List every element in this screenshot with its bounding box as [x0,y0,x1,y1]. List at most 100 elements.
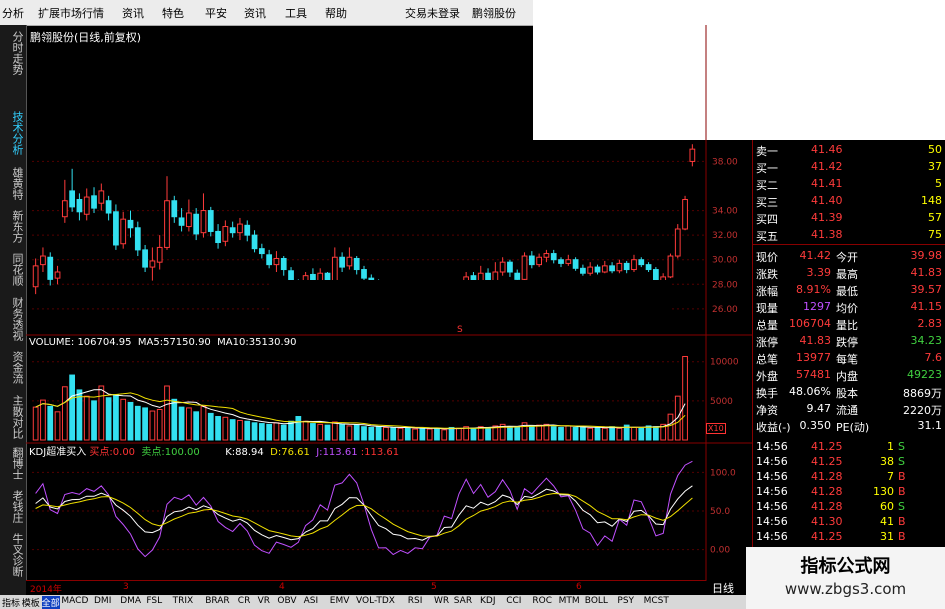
volume-bar [368,426,375,441]
candle-body [178,217,185,226]
stat-row: 换手 48.06% 股本 8869万 [753,383,945,400]
menu-featured[interactable]: 特色 [162,5,184,21]
sell-value: 100.00 [164,447,200,458]
indicator-tab[interactable]: PSY [617,596,634,606]
indicator-tab[interactable]: RSI [408,596,423,606]
k-value: 88.94 [235,447,264,458]
menu-info[interactable]: 资讯 [244,5,266,21]
candle-body [200,210,207,234]
order-book-row[interactable]: 买四 41.39 57 [753,209,945,226]
volume-bar [200,405,207,441]
tick-time: 14:56 [756,500,788,513]
volume-bar [98,385,105,441]
order-book-row[interactable]: 买一 41.42 37 [753,158,945,175]
volume-bar [587,427,594,441]
sidebar-tab-intraday[interactable]: 分时走势 [3,31,24,75]
order-label: 卖一 [756,145,778,158]
tick-qty: 7 [887,470,894,483]
stat-row: 总量 106704 量比 2.83 [753,315,945,332]
indicator-tab[interactable]: VOL-TDX [356,596,395,606]
sidebar-tab-tonghuashun[interactable]: 同花顺 [3,253,24,286]
indicator-tab[interactable]: CR [238,596,251,606]
kdj-k-line [35,485,693,541]
order-qty: 75 [928,228,942,241]
menu-analysis[interactable]: 分析 [2,5,24,21]
tick-qty: 130 [873,485,894,498]
indicator-tab[interactable]: EMV [330,596,350,606]
candle-body [507,261,513,273]
kdj-lines [35,460,693,558]
sidebar-tab-fanboshi[interactable]: 翻博士 [3,447,24,480]
menu-tools[interactable]: 工具 [285,5,307,21]
indicator-tab[interactable]: WR [434,596,449,606]
stat-label: 涨跌 [756,268,778,281]
sidebar-tab-finance[interactable]: 财务透视 [3,297,24,341]
indicator-tab[interactable]: 指标 [2,596,20,609]
period-label[interactable]: 日线 [712,580,734,596]
sidebar-tab-niucha[interactable]: 牛叉诊断 [3,533,24,577]
menu-extended-market[interactable]: 扩展市场行情 [38,5,104,21]
order-price: 41.40 [811,194,843,207]
s-marker: S [457,325,463,335]
indicator-tab[interactable]: MCST [644,596,669,606]
chart-title: 鹏翎股份(日线,前复权) [30,31,142,44]
order-book-row[interactable]: 买二 41.41 5 [753,175,945,192]
stat-label: 净资 [756,404,778,417]
indicator-tab[interactable]: KDJ [480,596,496,606]
stat-label: 涨停 [756,336,778,349]
indicator-tab[interactable]: BOLL [585,596,608,606]
buy-value: 0.00 [112,447,136,458]
order-book-row[interactable]: 卖一 41.46 50 [753,141,945,158]
sidebar-tab-capital-flow[interactable]: 资金流 [3,351,24,384]
sidebar-tab-laoqianzhuang[interactable]: 老钱庄 [3,490,24,523]
indicator-tab[interactable]: SAR [454,596,472,606]
indicator-tab[interactable]: 模板 [22,596,40,609]
tick-price: 41.28 [811,485,843,498]
indicator-tab[interactable]: DMA [120,596,141,606]
stat-value-2: 2.83 [917,317,943,330]
stat-label: 总笔 [756,353,778,366]
indicator-tab[interactable]: TRIX [173,596,194,606]
order-label: 买四 [756,213,778,226]
indicator-tab[interactable]: DMI [94,596,111,606]
candle-body [346,256,353,267]
tick-qty: 41 [880,515,894,528]
menu-pingan[interactable]: 平安 [205,5,227,21]
menu-news[interactable]: 资讯 [122,5,144,21]
volume-bar [156,408,163,441]
indicator-tab[interactable]: MACD [61,596,88,606]
stat-row: 现量 1297 均价 41.15 [753,298,945,315]
login-status[interactable]: 交易未登录 [405,5,460,21]
indicator-tab[interactable]: CCI [506,596,521,606]
indicator-tab[interactable]: ROC [532,596,552,606]
indicator-tab[interactable]: FSL [146,596,162,606]
volume-bar [426,428,433,441]
sidebar-tab-main-retail[interactable]: 主散对比 [3,395,24,439]
volume-bar [222,416,229,441]
indicator-tab[interactable]: OBV [277,596,296,606]
candle-body [572,259,579,269]
indicator-tab[interactable]: BRAR [205,596,229,606]
candle-body [623,262,630,271]
order-book-row[interactable]: 买五 41.38 75 [753,226,945,243]
candle-body [565,259,572,264]
indicator-tab[interactable]: MTM [559,596,580,606]
d-label: D: [270,447,282,458]
tick-price: 41.25 [811,455,843,468]
separator [753,244,945,245]
sidebar-tab-xionghuang[interactable]: 雄黄特 [3,167,24,200]
volume-bar [134,405,141,441]
indicator-tab[interactable]: ASI [304,596,319,606]
kdj-name: KDJ超准买入 [29,447,87,458]
stat-value: 9.47 [806,402,832,415]
volume-bar [507,426,513,441]
menu-help[interactable]: 帮助 [325,5,347,21]
volume-bar [455,427,462,441]
volume-bar [164,385,170,441]
sidebar-tab-xindongfang[interactable]: 新东方 [3,210,24,243]
order-book-row[interactable]: 买三 41.40 148 [753,192,945,209]
indicator-tab[interactable]: 全部 [41,596,60,609]
sidebar-tab-technical[interactable]: 技术分析 [3,111,24,155]
indicator-tab[interactable]: VR [258,596,270,606]
stat-value-2: 8869万 [903,387,942,400]
